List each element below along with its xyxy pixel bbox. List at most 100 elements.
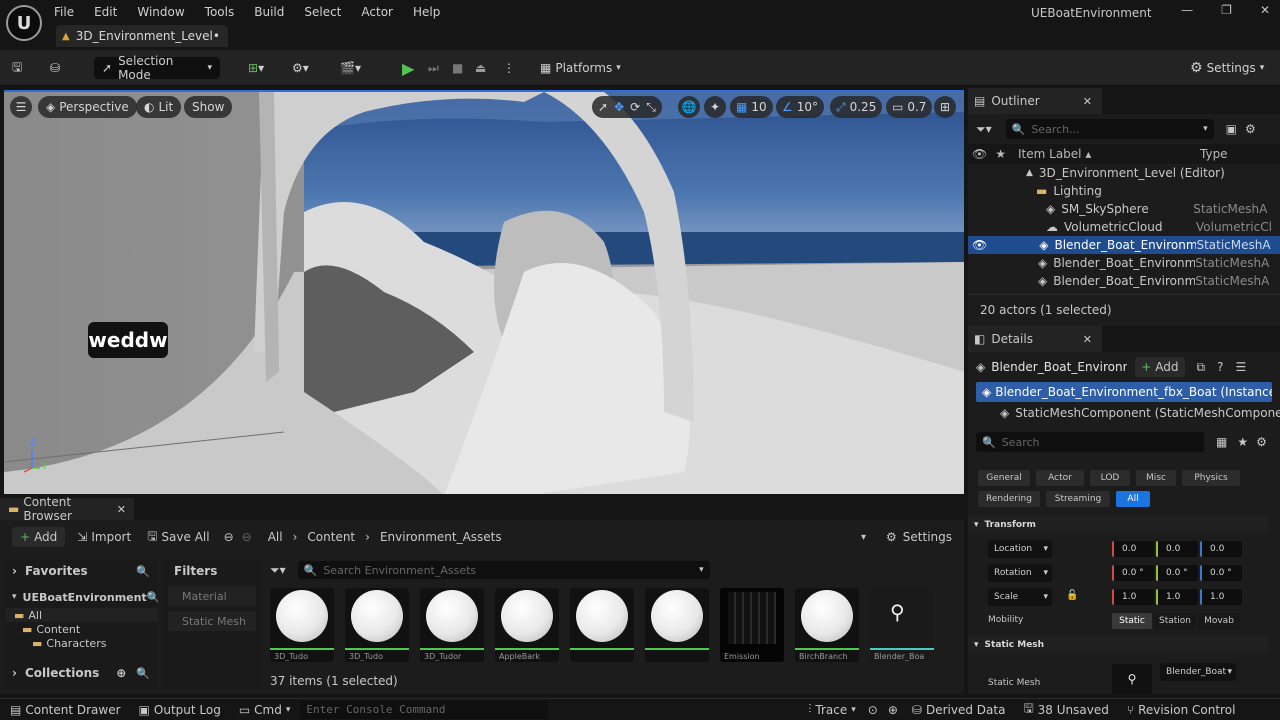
asset-tile[interactable]: 3D_Tudor: [420, 588, 484, 662]
menu-icon[interactable]: ☰: [1235, 360, 1246, 374]
asset-tile[interactable]: AppleBark: [495, 588, 559, 662]
menu-tools[interactable]: Tools: [205, 5, 235, 19]
menu-actor[interactable]: Actor: [361, 5, 393, 19]
back-icon[interactable]: ⊖: [224, 530, 234, 544]
scale-y-field[interactable]: 1.0: [1156, 589, 1198, 605]
menu-file[interactable]: File: [54, 5, 74, 19]
tab-details[interactable]: ◧ Details ✕: [968, 326, 1102, 352]
details-add-button[interactable]: + Add: [1135, 357, 1185, 377]
outliner-row[interactable]: ◈ Blender_Boat_Environmen StaticMeshA: [968, 272, 1280, 290]
path-environment-assets[interactable]: Environment_Assets: [380, 530, 502, 544]
filter-static-mesh[interactable]: Static Mesh: [168, 611, 256, 631]
output-log-button[interactable]: ▣ Output Log: [139, 703, 221, 717]
filter-icon[interactable]: ⏷▾: [270, 563, 286, 578]
col-item-label[interactable]: Item Label ▴: [1018, 147, 1200, 161]
add-actor-icon[interactable]: ⊞ ▾: [248, 57, 264, 79]
add-circle-icon[interactable]: ⊕: [116, 666, 126, 680]
cinematics-icon[interactable]: 🎬▾: [340, 57, 361, 79]
eye-icon[interactable]: 👁: [972, 147, 987, 161]
select-tool-icon[interactable]: ➚: [598, 100, 608, 114]
filter-streaming[interactable]: Streaming: [1046, 491, 1110, 507]
details-search-input[interactable]: 🔍 Search: [976, 432, 1204, 452]
path-content[interactable]: Content: [307, 530, 355, 544]
tree-item-characters[interactable]: ▬ Characters: [6, 636, 158, 650]
tree-item-content[interactable]: ▬ Content: [6, 622, 158, 636]
rotation-snap-button[interactable]: ∠ 10°: [776, 96, 825, 118]
outliner-row[interactable]: ☁ VolumetricCloud VolumetricCl: [968, 218, 1280, 236]
eject-icon[interactable]: ⏏: [475, 57, 486, 79]
gear-icon[interactable]: ⚙: [1256, 435, 1267, 449]
scale-tool-icon[interactable]: ⤡: [646, 100, 656, 115]
mobility-movable[interactable]: Movab: [1198, 613, 1240, 629]
static-mesh-thumbnail[interactable]: ⚲: [1112, 664, 1152, 694]
filter-icon[interactable]: ⏷▾: [976, 122, 992, 137]
filter-all[interactable]: All: [1116, 491, 1150, 507]
world-space-icon[interactable]: 🌐: [678, 96, 700, 118]
scale-x-field[interactable]: 1.0: [1112, 589, 1154, 605]
favorites-section[interactable]: › Favorites 🔍: [6, 560, 158, 582]
maximize-icon[interactable]: ❐: [1221, 3, 1232, 17]
platforms-dropdown[interactable]: ▦ Platforms ▾: [540, 57, 621, 79]
outliner-row[interactable]: ◈ SM_SkySphere StaticMeshA: [968, 200, 1280, 218]
project-section[interactable]: ▾ UEBoatEnvironment 🔍: [6, 586, 158, 608]
lit-button[interactable]: ◐ Lit: [136, 96, 182, 118]
menu-help[interactable]: Help: [413, 5, 440, 19]
blueprint-icon[interactable]: ⚙▾: [292, 57, 309, 79]
details-component-row[interactable]: ◈ StaticMeshComponent (StaticMeshCompone…: [968, 402, 1280, 424]
eye-icon[interactable]: 👁: [972, 238, 987, 252]
filter-actor[interactable]: Actor: [1036, 470, 1084, 486]
search-icon[interactable]: 🔍: [147, 591, 158, 604]
asset-tile[interactable]: BirchBranch: [795, 588, 859, 662]
asset-tile[interactable]: 3D_Tudo: [270, 588, 334, 662]
filter-general[interactable]: General: [978, 470, 1030, 486]
show-button[interactable]: Show: [184, 96, 233, 118]
record-icon[interactable]: ⊙: [868, 703, 878, 717]
forward-icon[interactable]: ⊖: [242, 530, 252, 544]
close-icon[interactable]: ✕: [1083, 95, 1092, 108]
star-icon[interactable]: ★: [995, 147, 1006, 161]
derived-data-button[interactable]: ⛁ Derived Data: [912, 703, 1006, 717]
menu-edit[interactable]: Edit: [94, 5, 117, 19]
location-x-field[interactable]: 0.0: [1112, 541, 1154, 557]
rotate-tool-icon[interactable]: ⟳: [630, 100, 640, 114]
close-icon[interactable]: ✕: [117, 503, 126, 516]
location-z-field[interactable]: 0.0: [1200, 541, 1242, 557]
level-viewport[interactable]: ☰ ◈ Perspective ◐ Lit Show ➚ ✥ ⟳ ⤡ 🌐 ✦ ▦…: [4, 90, 964, 494]
rotation-y-field[interactable]: 0.0 °: [1156, 565, 1198, 581]
layout-icon[interactable]: ⊞: [934, 96, 956, 118]
rotation-z-field[interactable]: 0.0 °: [1200, 565, 1242, 581]
location-dropdown[interactable]: Location ▾: [988, 540, 1052, 558]
stop-icon[interactable]: ■: [452, 57, 463, 79]
more-options-icon[interactable]: ⋮: [503, 57, 515, 79]
rotation-x-field[interactable]: 0.0 °: [1112, 565, 1154, 581]
gear-icon[interactable]: ⚙: [1245, 122, 1256, 136]
path-all[interactable]: All: [268, 530, 283, 544]
help-icon[interactable]: ?: [1217, 360, 1223, 374]
asset-tile[interactable]: [645, 588, 709, 662]
menu-window[interactable]: Window: [137, 5, 184, 19]
gear-icon[interactable]: ⚙: [886, 530, 897, 544]
selection-mode-dropdown[interactable]: ➚ Selection Mode ▾: [94, 54, 220, 82]
network-icon[interactable]: ⊕: [888, 703, 898, 717]
lock-icon[interactable]: 🔓: [1066, 590, 1078, 601]
tab-outliner[interactable]: ▤ Outliner ✕: [968, 88, 1102, 114]
viewport-menu-icon[interactable]: ☰: [10, 96, 32, 118]
cb-import-button[interactable]: ⇲ Import: [77, 530, 131, 544]
filter-misc[interactable]: Misc: [1136, 470, 1176, 486]
asset-tile[interactable]: Emission: [720, 588, 784, 662]
mobility-static[interactable]: Static: [1112, 613, 1152, 629]
static-mesh-dropdown[interactable]: Blender_Boat ▾: [1160, 663, 1236, 681]
surface-snap-icon[interactable]: ✦: [704, 96, 726, 118]
scale-z-field[interactable]: 1.0: [1200, 589, 1242, 605]
outliner-search[interactable]: 🔍 Search... ▾: [1005, 119, 1214, 139]
col-type[interactable]: Type: [1200, 147, 1228, 161]
trace-dropdown[interactable]: ⫶ Trace ▾: [808, 702, 855, 717]
move-tool-icon[interactable]: ✥: [614, 100, 624, 114]
menu-build[interactable]: Build: [254, 5, 284, 19]
transform-section-header[interactable]: ▾ Transform: [968, 516, 1268, 534]
collections-section[interactable]: › Collections ⊕ 🔍: [6, 662, 158, 684]
minimize-icon[interactable]: —: [1181, 3, 1193, 17]
browse-icon[interactable]: ⛁: [50, 57, 60, 79]
static-mesh-section-header[interactable]: ▾ Static Mesh: [968, 636, 1268, 654]
cb-save-all-button[interactable]: 🖫 Save All: [147, 527, 209, 548]
